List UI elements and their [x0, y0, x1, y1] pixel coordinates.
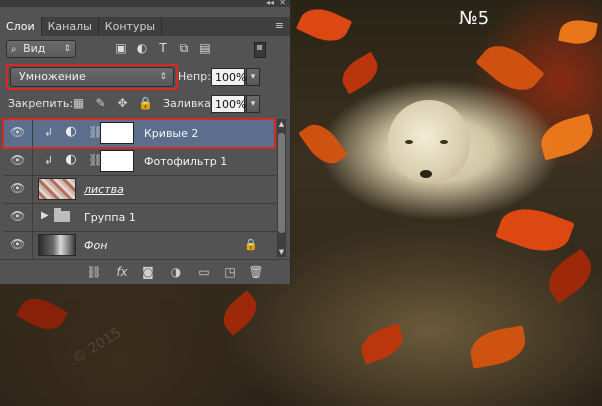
scroll-up-icon[interactable]: ▲: [277, 119, 286, 129]
tab-channels[interactable]: Каналы: [42, 17, 99, 36]
layer-mask-thumbnail[interactable]: [100, 150, 134, 172]
autumn-leaf: [540, 248, 600, 304]
fox-eye: [440, 140, 448, 144]
autumn-leaf: [495, 199, 575, 261]
divider: [32, 232, 33, 259]
new-layer-icon[interactable]: ◳: [222, 265, 238, 279]
opacity-dropdown[interactable]: ▾: [246, 68, 260, 86]
lock-all-icon[interactable]: 🔒: [138, 97, 153, 110]
fox-nose: [420, 170, 432, 178]
add-mask-icon[interactable]: ◙: [140, 265, 156, 279]
lock-label: Закрепить:: [8, 97, 74, 110]
eye-icon[interactable]: 👁: [10, 154, 25, 166]
layer-row[interactable]: 👁 ↲ ◐ ⛓ Фотофильтр 1: [4, 148, 276, 176]
layer-row[interactable]: 👁 ▶ Группа 1: [4, 204, 276, 232]
shape-filter-icon[interactable]: ⧉: [177, 41, 191, 55]
new-group-icon[interactable]: ▭: [196, 265, 212, 279]
fill-dropdown[interactable]: ▾: [246, 95, 260, 113]
tab-layers[interactable]: Слои: [0, 17, 42, 36]
eye-icon[interactable]: 👁: [10, 182, 25, 194]
clip-arrow-icon: ↲: [44, 154, 54, 167]
blend-row: Умножение ⇕ Непр: 100% ▾: [6, 64, 284, 90]
filter-kind-select[interactable]: ⌕ Вид ⇕: [6, 40, 76, 58]
close-icon[interactable]: ✕: [279, 0, 286, 7]
eye-icon[interactable]: 👁: [10, 238, 25, 250]
layer-row[interactable]: 👁 Фон 🔒: [4, 232, 276, 260]
layer-name[interactable]: Фотофильтр 1: [144, 155, 227, 168]
layer-thumbnail[interactable]: [38, 234, 76, 256]
layers-list: 👁 ↲ ◐ ⛓ Кривые 2 👁 ↲ ◐ ⛓ Фотофильтр 1 👁 …: [2, 118, 284, 260]
lock-row: Закрепить: ▦ ✎ ✥ 🔒 Заливка: 100% ▾: [6, 94, 284, 114]
autumn-leaf: [356, 323, 408, 365]
panel-menu-icon[interactable]: ≡: [275, 19, 284, 32]
layer-row[interactable]: 👁 листва: [4, 176, 276, 204]
opacity-field[interactable]: 100%: [211, 68, 246, 86]
divider: [32, 148, 33, 175]
expand-arrow-icon[interactable]: ▶: [41, 210, 49, 221]
panel-tabs: Слои Каналы Контуры: [0, 17, 290, 36]
fox-eye: [405, 140, 413, 144]
lock-transparent-icon[interactable]: ▦: [72, 97, 85, 110]
autumn-leaf: [295, 1, 353, 49]
fx-icon[interactable]: fx: [114, 265, 130, 279]
layers-scrollbar[interactable]: ▲ ▼: [277, 119, 286, 257]
search-icon: ⌕: [11, 44, 17, 55]
fill-field[interactable]: 100%: [211, 95, 246, 113]
autumn-leaf: [336, 51, 384, 95]
eye-icon[interactable]: 👁: [10, 210, 25, 222]
tab-paths[interactable]: Контуры: [99, 17, 163, 36]
scroll-down-icon[interactable]: ▼: [277, 247, 286, 257]
autumn-leaf: [558, 17, 598, 47]
layer-name[interactable]: листва: [84, 183, 124, 196]
selected-layer-highlight: [2, 118, 276, 149]
image-filter-icon[interactable]: ▣: [114, 41, 128, 55]
lock-image-icon[interactable]: ✎: [94, 97, 107, 110]
autumn-leaf: [467, 325, 529, 369]
fill-label: Заливка:: [163, 97, 215, 110]
layer-name[interactable]: Группа 1: [84, 211, 136, 224]
autumn-leaf: [475, 34, 545, 102]
lock-position-icon[interactable]: ✥: [116, 97, 129, 110]
panel-top-bar: ◂◂ ✕: [0, 0, 290, 7]
autumn-leaf: [298, 117, 348, 171]
folder-icon: [54, 208, 70, 222]
layer-thumbnail[interactable]: [38, 178, 76, 200]
layer-name[interactable]: Фон: [84, 239, 107, 252]
adjustment-filter-icon[interactable]: ◐: [135, 41, 149, 55]
filter-toggle[interactable]: [254, 42, 266, 58]
trash-icon[interactable]: 🗑: [248, 265, 264, 279]
adjustment-layer-icon[interactable]: ◐: [64, 153, 78, 167]
image-number-label: №5: [459, 8, 490, 29]
filter-row: ⌕ Вид ⇕ ▣ ◐ T ⧉ ▤: [6, 40, 284, 60]
smartobject-filter-icon[interactable]: ▤: [198, 41, 212, 55]
opacity-label: Непр:: [178, 70, 211, 83]
type-filter-icon[interactable]: T: [156, 41, 170, 55]
autumn-leaf: [15, 290, 69, 338]
blend-mode-highlight: [6, 64, 178, 90]
divider: [32, 204, 33, 231]
link-layers-icon[interactable]: ⛓: [86, 265, 102, 279]
panel-footer: ⛓ fx ◙ ◑ ▭ ◳ 🗑: [0, 259, 290, 284]
lock-icon: 🔒: [244, 238, 258, 251]
chevron-updown-icon: ⇕: [63, 44, 71, 54]
filter-kind-label: Вид: [23, 42, 46, 55]
layers-panel: ◂◂ ✕ Слои Каналы Контуры ≡ ⌕ Вид ⇕ ▣ ◐ T…: [0, 0, 291, 284]
autumn-leaf: [536, 113, 598, 161]
collapse-icon[interactable]: ◂◂: [266, 0, 274, 7]
new-adjustment-icon[interactable]: ◑: [168, 265, 184, 279]
autumn-leaf: [216, 290, 264, 336]
divider: [32, 176, 33, 203]
scroll-thumb[interactable]: [278, 133, 285, 233]
